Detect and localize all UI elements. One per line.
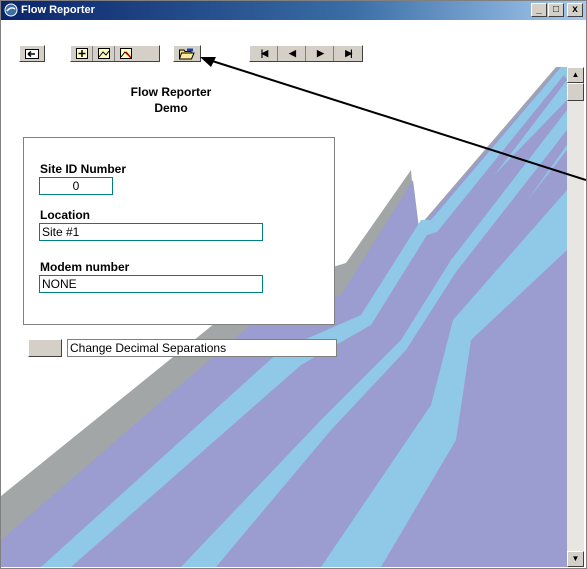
change-decimal-button[interactable] — [28, 339, 62, 357]
location-field[interactable]: Site #1 — [39, 223, 263, 241]
site-info-panel: Site ID Number 0 Location Site #1 Modem … — [23, 137, 335, 325]
heading-line-2: Demo — [154, 101, 188, 115]
exit-toolbar — [19, 45, 45, 62]
report-heading: Flow Reporter Demo — [111, 84, 231, 116]
first-record-icon: |◀ — [260, 48, 269, 58]
minimize-button[interactable]: _ — [531, 3, 547, 17]
next-record-button[interactable]: ▶ — [306, 46, 334, 61]
exit-icon — [25, 48, 39, 59]
add-button[interactable] — [71, 46, 93, 61]
window-title: Flow Reporter — [21, 4, 95, 16]
scroll-down-button[interactable]: ▼ — [567, 551, 584, 567]
scroll-thumb[interactable] — [567, 83, 584, 101]
exit-button[interactable] — [20, 46, 44, 61]
open-button[interactable] — [174, 46, 200, 61]
window-controls: _ □ x — [531, 3, 583, 17]
modem-label: Modem number — [40, 260, 130, 274]
record-toolbar — [70, 45, 160, 62]
image-button[interactable] — [93, 46, 115, 61]
folder-open-icon — [179, 48, 195, 59]
delete-image-button[interactable] — [115, 46, 137, 61]
location-label: Location — [40, 208, 90, 222]
title-bar[interactable]: Flow Reporter _ □ x — [1, 1, 586, 20]
delete-image-icon — [120, 48, 132, 59]
app-window: Flow Reporter _ □ x |◀ ◀ ▶ ▶| Flow Repor… — [0, 0, 587, 569]
app-icon — [4, 3, 18, 17]
first-record-button[interactable]: |◀ — [250, 46, 278, 61]
add-icon — [75, 48, 88, 59]
image-icon — [97, 48, 110, 59]
previous-record-icon: ◀ — [289, 48, 296, 58]
previous-record-button[interactable]: ◀ — [278, 46, 306, 61]
change-decimal-label: Change Decimal Separations — [67, 339, 337, 357]
navigation-toolbar: |◀ ◀ ▶ ▶| — [249, 45, 363, 62]
open-toolbar — [173, 45, 201, 62]
maximize-button[interactable]: □ — [548, 3, 564, 17]
close-button[interactable]: x — [567, 3, 583, 17]
last-record-button[interactable]: ▶| — [334, 46, 362, 61]
heading-line-1: Flow Reporter — [130, 85, 212, 99]
modem-field[interactable]: NONE — [39, 275, 263, 293]
site-id-label: Site ID Number — [40, 162, 127, 176]
next-record-icon: ▶ — [317, 48, 324, 58]
last-record-icon: ▶| — [345, 48, 353, 58]
scroll-up-button[interactable]: ▲ — [567, 67, 584, 83]
vertical-scrollbar[interactable]: ▲ ▼ — [567, 67, 584, 567]
site-id-field[interactable]: 0 — [39, 177, 113, 195]
client-area: |◀ ◀ ▶ ▶| Flow Reporter Demo Site ID Num… — [1, 20, 586, 568]
